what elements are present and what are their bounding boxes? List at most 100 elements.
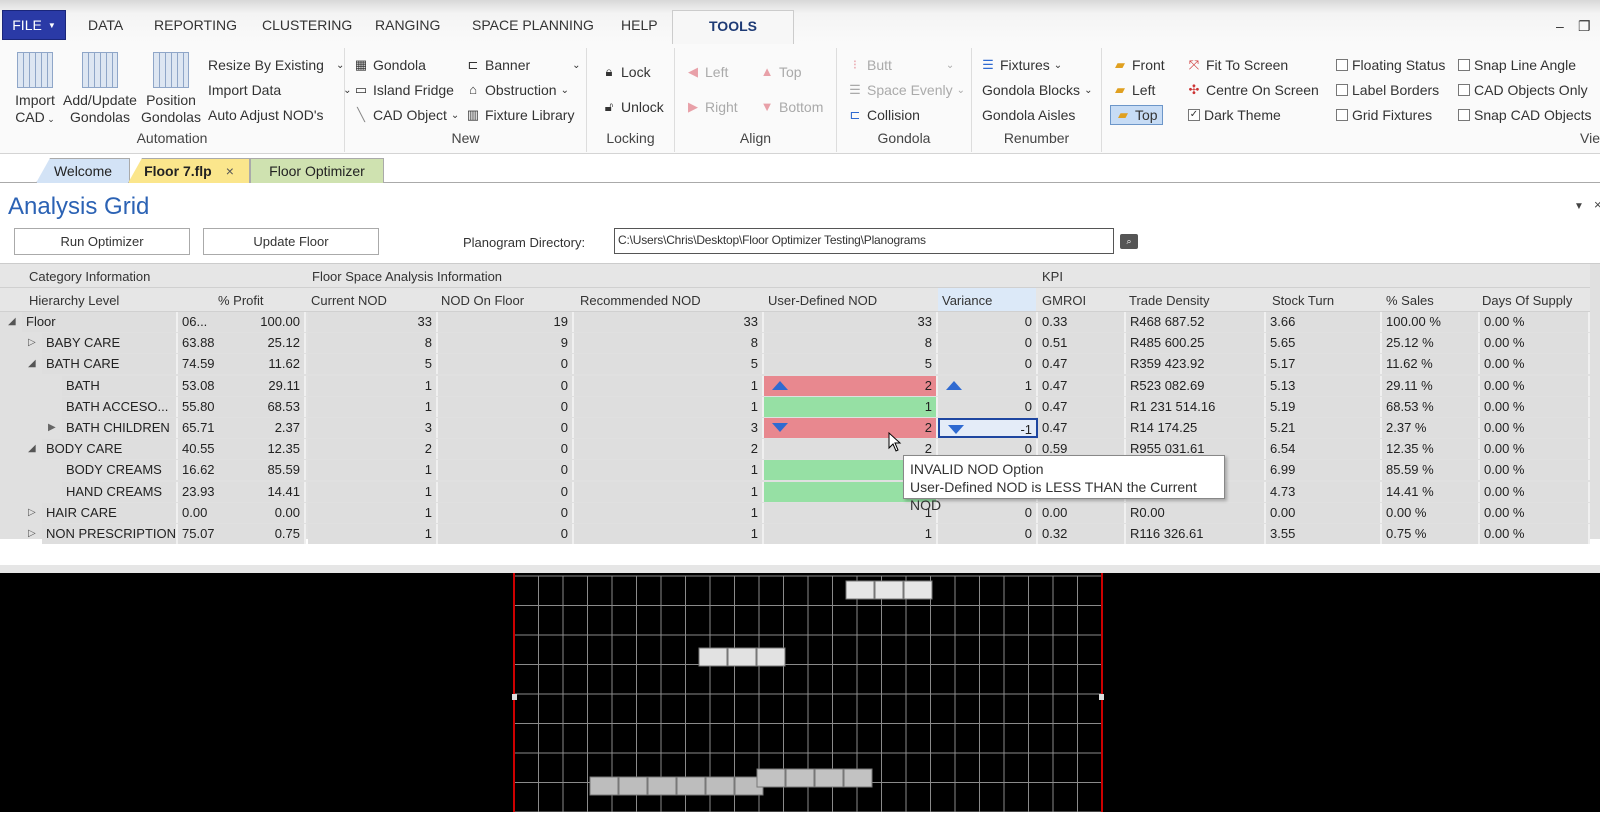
- cad-objects-only-checkbox[interactable]: CAD Objects Only: [1458, 82, 1588, 98]
- hierarchy-cell[interactable]: BABY CARE: [42, 333, 178, 354]
- rec-cell[interactable]: 5: [574, 354, 764, 375]
- grid-fixtures-checkbox[interactable]: Grid Fixtures: [1336, 107, 1432, 123]
- cur-cell[interactable]: 1: [308, 502, 438, 523]
- dos-cell[interactable]: 0.00 %: [1480, 312, 1590, 332]
- hierarchy-cell[interactable]: HAND CREAMS: [62, 481, 178, 502]
- dark-theme-checkbox[interactable]: ✓ Dark Theme: [1188, 107, 1281, 123]
- profit-cell[interactable]: 14.41: [216, 481, 306, 502]
- position-gondolas-button[interactable]: Position Gondolas: [140, 52, 202, 126]
- profit-cell[interactable]: 0.75: [216, 524, 306, 544]
- sales-cell[interactable]: 0.00 %: [1382, 502, 1480, 523]
- c1-cell[interactable]: 16.62: [178, 460, 218, 481]
- user-cell[interactable]: 2: [764, 375, 938, 396]
- var-cell[interactable]: -1: [938, 418, 1038, 438]
- cur-cell[interactable]: 3: [308, 418, 438, 438]
- snap-line-angle-checkbox[interactable]: Snap Line Angle: [1458, 57, 1576, 73]
- dos-cell[interactable]: 0.00 %: [1480, 418, 1590, 438]
- td-cell[interactable]: R116 326.61: [1126, 524, 1266, 544]
- user-cell[interactable]: 1: [764, 524, 938, 544]
- cur-cell[interactable]: 1: [308, 481, 438, 502]
- align-left-button[interactable]: ◀ Left: [685, 64, 728, 80]
- gmroi-cell[interactable]: 0.47: [1038, 418, 1126, 438]
- rec-cell[interactable]: 1: [574, 524, 764, 544]
- rec-cell[interactable]: 1: [574, 460, 764, 481]
- table-row[interactable]: BATH 53.08 29.11 1 0 1 2 1 0.47 R523 082.69 5.13 29…: [0, 375, 1590, 397]
- profit-cell[interactable]: 2.37: [216, 418, 306, 438]
- rec-cell[interactable]: 1: [574, 481, 764, 502]
- align-right-button[interactable]: ▶ Right: [685, 99, 738, 115]
- c1-cell[interactable]: 53.08: [178, 375, 218, 396]
- profit-cell[interactable]: 68.53: [216, 396, 306, 417]
- st-cell[interactable]: 5.19: [1266, 396, 1382, 417]
- st-cell[interactable]: 5.21: [1266, 418, 1382, 438]
- rec-cell[interactable]: 1: [574, 375, 764, 396]
- collision-button[interactable]: ⊏ Collision: [847, 107, 920, 123]
- fixture-library-button[interactable]: ▥ Fixture Library: [465, 107, 575, 123]
- tab-space-planning[interactable]: SPACE PLANNING: [472, 17, 594, 33]
- tab-clustering[interactable]: CLUSTERING: [262, 17, 352, 33]
- fit-to-screen-button[interactable]: ⤧ Fit To Screen: [1186, 57, 1288, 73]
- st-cell[interactable]: 4.73: [1266, 481, 1382, 502]
- hierarchy-cell[interactable]: BODY CARE: [42, 439, 178, 460]
- import-data-button[interactable]: Import Data ⌄: [208, 82, 352, 98]
- td-cell[interactable]: R468 687.52: [1126, 312, 1266, 332]
- st-cell[interactable]: 3.55: [1266, 524, 1382, 544]
- dos-cell[interactable]: 0.00 %: [1480, 396, 1590, 417]
- user-cell[interactable]: 5: [764, 354, 938, 375]
- rec-cell[interactable]: 2: [574, 439, 764, 460]
- column-header[interactable]: Stock Turn: [1272, 293, 1334, 308]
- dos-cell[interactable]: 0.00 %: [1480, 524, 1590, 544]
- cur-cell[interactable]: 8: [308, 333, 438, 354]
- td-cell[interactable]: R359 423.92: [1126, 354, 1266, 375]
- tab-help[interactable]: HELP: [621, 17, 658, 33]
- auto-adjust-nods-button[interactable]: Auto Adjust NOD's: [208, 107, 324, 123]
- unlock-button[interactable]: 🔓︎ Unlock: [601, 99, 664, 115]
- table-row[interactable]: HAND CREAMS23.9314.41101100.45R275 261.6…: [0, 481, 1590, 503]
- expand-icon[interactable]: ▷: [28, 333, 36, 353]
- rec-cell[interactable]: 1: [574, 396, 764, 417]
- profit-cell[interactable]: 11.62: [216, 354, 306, 375]
- import-cad-button[interactable]: Import CAD ⌄: [10, 52, 60, 128]
- tab-ranging[interactable]: RANGING: [375, 17, 440, 33]
- td-cell[interactable]: R485 600.25: [1126, 333, 1266, 354]
- view-left-button[interactable]: ▰ Left: [1112, 82, 1155, 98]
- cur-cell[interactable]: 1: [308, 524, 438, 544]
- cur-cell[interactable]: 2: [308, 439, 438, 460]
- butt-button[interactable]: ⁝ Butt ⌄: [847, 57, 954, 73]
- c1-cell[interactable]: 63.88: [178, 333, 218, 354]
- onfloor-cell[interactable]: 0: [438, 354, 574, 375]
- collapse-icon[interactable]: ◢: [28, 439, 36, 459]
- sales-cell[interactable]: 68.53 %: [1382, 396, 1480, 417]
- dos-cell[interactable]: 0.00 %: [1480, 333, 1590, 354]
- column-header[interactable]: User-Defined NOD: [768, 293, 877, 308]
- gmroi-cell[interactable]: 0.47: [1038, 396, 1126, 417]
- gondola-aisles-button[interactable]: Gondola Aisles: [982, 107, 1075, 123]
- sales-cell[interactable]: 100.00 %: [1382, 312, 1480, 332]
- td-cell[interactable]: R523 082.69: [1126, 375, 1266, 396]
- column-header[interactable]: Hierarchy Level: [29, 293, 119, 308]
- planogram-directory-input[interactable]: C:\Users\Chris\Desktop\Floor Optimizer T…: [614, 228, 1114, 254]
- user-cell[interactable]: 8: [764, 333, 938, 354]
- st-cell[interactable]: 6.99: [1266, 460, 1382, 481]
- td-cell[interactable]: R1 231 514.16: [1126, 396, 1266, 417]
- st-cell[interactable]: 5.17: [1266, 354, 1382, 375]
- fixtures-button[interactable]: ☰ Fixtures ⌄: [980, 57, 1062, 73]
- c1-cell[interactable]: 74.59: [178, 354, 218, 375]
- sales-cell[interactable]: 14.41 %: [1382, 481, 1480, 502]
- var-cell[interactable]: 0: [938, 354, 1038, 375]
- sales-cell[interactable]: 0.75 %: [1382, 524, 1480, 544]
- onfloor-cell[interactable]: 0: [438, 375, 574, 396]
- profit-cell[interactable]: 100.00: [216, 312, 306, 332]
- dos-cell[interactable]: 0.00 %: [1480, 375, 1590, 396]
- onfloor-cell[interactable]: 0: [438, 481, 574, 502]
- add-update-gondolas-button[interactable]: Add/Update Gondolas: [60, 52, 140, 126]
- c1-cell[interactable]: 0.00: [178, 502, 218, 523]
- table-row[interactable]: ◢ BATH CARE 74.59 11.62 5 0 5 5 0 0.47 R359 423.92…: [0, 354, 1590, 375]
- close-tab-icon[interactable]: ×: [226, 163, 234, 179]
- sales-cell[interactable]: 29.11 %: [1382, 375, 1480, 396]
- cur-cell[interactable]: 33: [308, 312, 438, 332]
- table-row[interactable]: ◢ BODY CARE 40.55 12.35 2 0 2 2 0 0.59 R955 031.61…: [0, 439, 1590, 460]
- hierarchy-cell[interactable]: BATH CARE: [42, 354, 178, 375]
- column-header[interactable]: GMROI: [1042, 293, 1086, 308]
- var-cell[interactable]: 0: [938, 312, 1038, 332]
